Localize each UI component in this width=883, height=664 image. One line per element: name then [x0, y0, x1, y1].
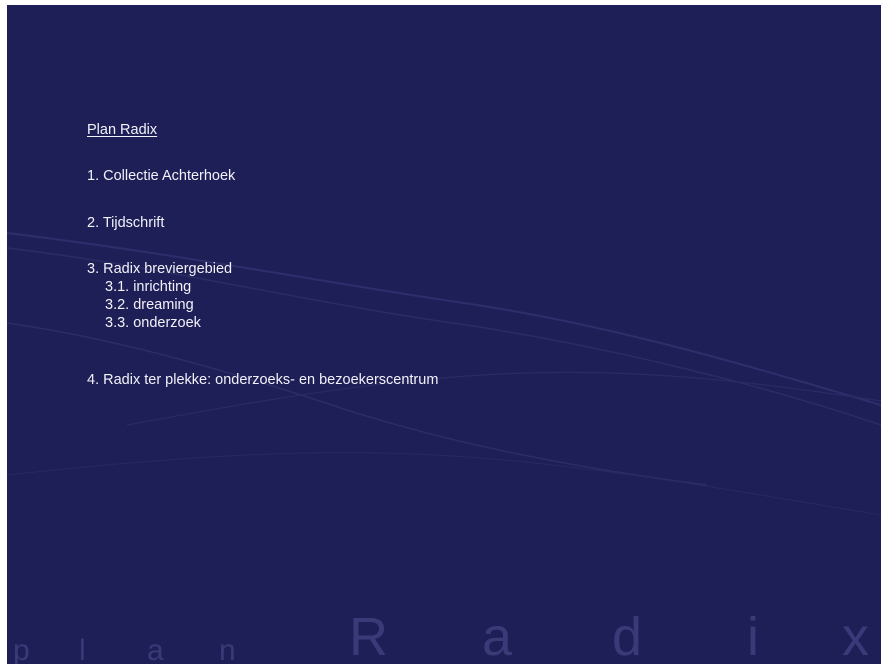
watermark-letter: n: [219, 634, 236, 664]
watermark-letter: p: [13, 634, 30, 664]
watermark-letter: x: [842, 607, 869, 664]
watermark-letter: l: [79, 634, 86, 664]
watermark-letter: i: [747, 607, 759, 664]
watermark-letter: a: [147, 634, 164, 664]
sub-list-item: 3.2. dreaming: [105, 297, 194, 313]
watermark-letter: a: [482, 607, 513, 664]
list-item: 2. Tijdschrift: [87, 215, 165, 231]
list-item: 4. Radix ter plekke: onderzoeks- en bezo…: [87, 372, 439, 388]
watermark-letter: d: [612, 607, 643, 664]
slide-title: Plan Radix: [87, 122, 158, 138]
sub-list-item: 3.1. inrichting: [105, 279, 192, 295]
slide: Plan Radix 1. Collectie Achterhoek 2. Ti…: [7, 5, 881, 664]
watermark-plan-radix: p l a n R a d i x: [7, 595, 881, 664]
list-item: 1. Collectie Achterhoek: [87, 168, 236, 184]
page-frame: Plan Radix 1. Collectie Achterhoek 2. Ti…: [0, 0, 883, 664]
background-swoosh-lines: [7, 232, 881, 516]
list-item: 3. Radix breviergebied: [87, 261, 233, 277]
sub-list-item: 3.3. onderzoek: [105, 315, 201, 331]
watermark-letter: R: [349, 607, 388, 664]
